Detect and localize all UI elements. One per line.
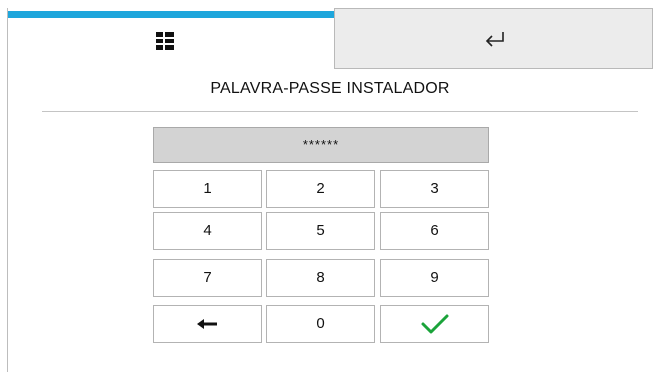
key-3[interactable]: 3 — [380, 170, 489, 208]
key-2[interactable]: 2 — [266, 170, 375, 208]
tab-home[interactable] — [8, 8, 334, 68]
checkmark-icon — [421, 314, 448, 334]
password-display: ****** — [153, 127, 489, 163]
page-title: PALAVRA-PASSE INSTALADOR — [210, 80, 450, 97]
key-6[interactable]: 6 — [380, 212, 489, 250]
tab-back[interactable] — [334, 8, 653, 69]
key-8[interactable]: 8 — [266, 259, 375, 297]
active-tab-indicator — [8, 11, 334, 18]
key-5[interactable]: 5 — [266, 212, 375, 250]
divider — [42, 111, 638, 112]
key-7[interactable]: 7 — [153, 259, 262, 297]
confirm-button[interactable] — [380, 305, 489, 343]
return-arrow-icon — [485, 32, 504, 47]
left-arrow-icon — [196, 319, 217, 330]
key-1[interactable]: 1 — [153, 170, 262, 208]
key-9[interactable]: 9 — [380, 259, 489, 297]
backspace-button[interactable] — [153, 305, 262, 343]
key-4[interactable]: 4 — [153, 212, 262, 250]
key-0[interactable]: 0 — [266, 305, 375, 343]
grid-icon — [156, 32, 174, 50]
